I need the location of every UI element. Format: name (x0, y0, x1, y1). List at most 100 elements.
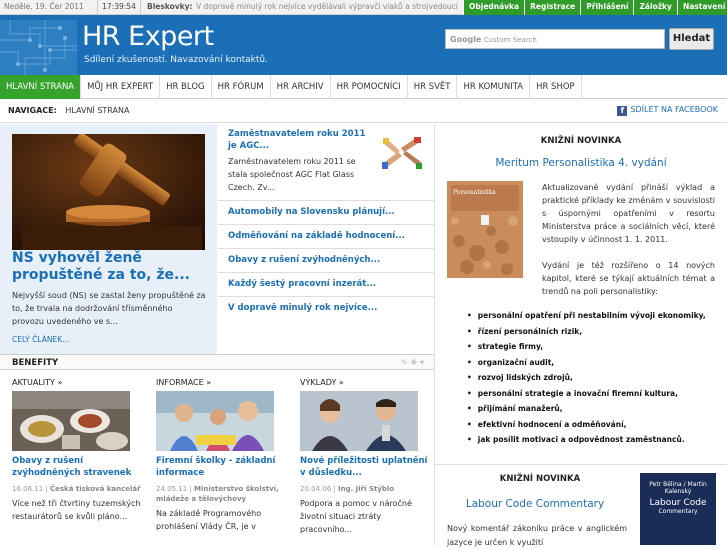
site-subtitle: Sdílení zkušeností. Navazování kontaktů. (84, 55, 268, 65)
book-section-title: KNIŽNÍ NOVINKA (540, 136, 622, 146)
list-item: organizační audit, (467, 355, 727, 371)
logo-graphic[interactable] (0, 20, 77, 75)
search-placeholder: Custom Search (483, 36, 537, 44)
book-cover-text: Personalistika (453, 189, 496, 196)
business-people-image[interactable] (300, 391, 418, 451)
nav-hr-world[interactable]: HR SVĚT (408, 75, 458, 99)
list-item: řízení personálních rizik, (467, 324, 727, 340)
search-input[interactable]: Google Custom Search (445, 29, 665, 49)
section-divider (435, 464, 727, 465)
current-date: Neděle, 19. Čer 2011 (4, 2, 84, 11)
book-title[interactable]: Meritum Personalistika 4. vydání (435, 157, 727, 169)
benefit-title[interactable]: Obavy z rušení zvýhodněných stravenek (12, 455, 142, 479)
list-item: strategie firmy, (467, 339, 727, 355)
list-item: jak posílit motivaci a odpovědnost zaměs… (467, 432, 727, 448)
flash-news-label: Bleskovky: (147, 2, 193, 11)
book-chapters-list: personální opatření při nestabilním vývo… (467, 308, 727, 448)
featured-article: NS vyhověl ženě propuštěné za to, že... … (0, 124, 217, 354)
benefit-desc: Podpora a pomoc v náročné životní situac… (300, 499, 412, 534)
book-sidebar: KNIŽNÍ NOVINKA Meritum Personalistika 4.… (435, 124, 727, 547)
labour-code-cover-image[interactable]: Petr Bělina / Martin Kalenský Labour Cod… (640, 473, 716, 545)
news-list: Zaměstnavatelem roku 2011 je AGC... Zamě… (218, 124, 434, 354)
food-image[interactable] (12, 391, 130, 451)
list-item: přijímání manažerů, (467, 401, 727, 417)
bookmarks-link[interactable]: Záložky (633, 0, 677, 15)
featured-teaser: Nejvyšší soud (NS) se zastal ženy propuš… (12, 291, 206, 326)
benefit-column-info: INFORMACE » Firemní školky - základní in… (156, 378, 286, 533)
list-item[interactable]: V dopravě minulý rok nejvíce... (218, 296, 434, 320)
category-link[interactable]: VÝKLADY » (300, 378, 430, 387)
book-section-title-2: KNIŽNÍ NOVINKA (499, 474, 581, 484)
google-logo: Google (450, 35, 482, 44)
list-item[interactable]: Automobily na Slovensku plánují... (218, 200, 434, 224)
nav-hr-helpers[interactable]: HR POMOCNÍCI (331, 75, 408, 99)
breadcrumb: NAVIGACE: HLAVNÍ STRANA f SDÍLET NA FACEB… (0, 99, 727, 123)
gavel-image[interactable] (12, 134, 205, 250)
list-item: efektivní hodnocení a odměňování, (467, 417, 727, 433)
order-link[interactable]: Objednávka (463, 0, 525, 15)
facebook-share-link[interactable]: f SDÍLET NA FACEBOOK (617, 105, 718, 116)
list-item: rozvoj lidských zdrojů, (467, 370, 727, 386)
list-item: personální opatření při nestabilním vývo… (467, 308, 727, 324)
flash-news-ticker[interactable]: V dopravě minulý rok nejvíce vydělávali … (196, 2, 461, 11)
nav-home[interactable]: HLAVNÍ STRANA (0, 75, 82, 99)
benefit-date: 24.05.11 (156, 485, 188, 493)
facebook-icon: f (617, 106, 628, 116)
cover-authors: Petr Bělina / Martin Kalenský (649, 481, 707, 495)
featured-headline[interactable]: NS vyhověl ženě propuštěné za to, že... (12, 250, 212, 284)
search-button[interactable]: Hledat (669, 28, 714, 50)
benefit-desc: Na základě Programového prohlášení Vlády… (156, 509, 262, 531)
current-time: 17:39:54 (97, 0, 141, 15)
nav-hr-blog[interactable]: HR BLOG (160, 75, 212, 99)
user-nav: Objednávka Registrace Přihlášení Záložky… (463, 0, 727, 15)
benefit-source: Česká tisková kancelář (49, 485, 141, 493)
book-description-3: Nový komentář zákoníku práce v anglickém… (447, 524, 627, 547)
kindergarten-image[interactable] (156, 391, 274, 451)
nav-hr-archive[interactable]: HR ARCHIV (271, 75, 331, 99)
settings-link[interactable]: Nastavení (676, 0, 727, 15)
list-item: Zaměstnavatelem roku 2011 je AGC... Zamě… (228, 128, 433, 194)
benefit-date: 16.06.11 (12, 485, 44, 493)
news-desc: Zaměstnavatelem roku 2011 se stala spole… (228, 157, 356, 192)
facebook-share-label: SDÍLET NA FACEBOOK (630, 105, 718, 114)
cover-title: Labour Code (649, 498, 707, 508)
nav-hr-community[interactable]: HR KOMUNITA (457, 75, 531, 99)
register-link[interactable]: Registrace (524, 0, 581, 15)
nav-hr-shop[interactable]: HR SHOP (530, 75, 582, 99)
book-title-2[interactable]: Labour Code Commentary (435, 498, 635, 510)
hands-image[interactable] (378, 134, 424, 172)
breadcrumb-current: HLAVNÍ STRANA (65, 106, 130, 115)
site-title[interactable]: HR Expert (82, 21, 214, 52)
category-link[interactable]: INFORMACE » (156, 378, 286, 387)
benefit-meta: 24.05.11 | Ministerstvo školství, mládež… (156, 485, 279, 503)
benefit-meta: 20.04.06 | Ing. Jiří Stýblo (300, 485, 395, 493)
read-more-link[interactable]: CELÝ ČLÁNEK... (12, 335, 69, 344)
login-link[interactable]: Přihlášení (580, 0, 634, 15)
list-item[interactable]: Obavy z rušení zvýhodněných... (218, 248, 434, 272)
book-cover-image[interactable]: Personalistika (447, 181, 523, 278)
category-link[interactable]: AKTUALITY » (12, 378, 142, 387)
list-item[interactable]: Každý šestý pracovní inzerát... (218, 272, 434, 296)
list-item[interactable]: Odměňování na základě hodnocení... (218, 224, 434, 248)
benefits-title: BENEFITY (12, 358, 59, 368)
list-item: personální strategie a inovační firemní … (467, 386, 727, 402)
benefit-column-news: AKTUALITY » Obavy z rušení zvýhodněných … (12, 378, 142, 523)
benefit-title[interactable]: Nové příležitosti uplatnění v důsledku..… (300, 455, 430, 479)
main-nav: HLAVNÍ STRANA MŮJ HR EXPERT HR BLOG HR F… (0, 75, 727, 99)
book-description-2: Vydání je též rozšířeno o 14 nových kapi… (542, 261, 715, 296)
cover-subtitle: Commentary (658, 508, 698, 515)
news-title[interactable]: Zaměstnavatelem roku 2011 je AGC... (228, 128, 373, 152)
benefit-meta: 16.06.11 | Česká tisková kancelář (12, 485, 141, 493)
book-description: Aktualizované vydání přináší výklad a pr… (542, 183, 715, 244)
benefit-source: Ing. Jiří Stýblo (337, 485, 395, 493)
top-bar: Neděle, 19. Čer 2011 17:39:54 Bleskovky:… (0, 0, 727, 15)
nav-hr-forum[interactable]: HR FÓRUM (212, 75, 271, 99)
benefit-column-commentary: VÝKLADY » Nové příležitosti uplatnění v … (300, 378, 430, 536)
breadcrumb-label: NAVIGACE: (8, 106, 57, 115)
benefit-desc: Více než tři čtvrtiny tuzemských restaur… (12, 499, 141, 521)
benefit-date: 20.04.06 (300, 485, 332, 493)
nav-my-hr-expert[interactable]: MŮJ HR EXPERT (81, 75, 161, 99)
section-tools-icon[interactable]: ✎ ✥ ▾ (401, 358, 424, 367)
benefits-section-header: BENEFITY ✎ ✥ ▾ (0, 354, 434, 370)
benefit-title[interactable]: Firemní školky - základní informace (156, 455, 286, 479)
